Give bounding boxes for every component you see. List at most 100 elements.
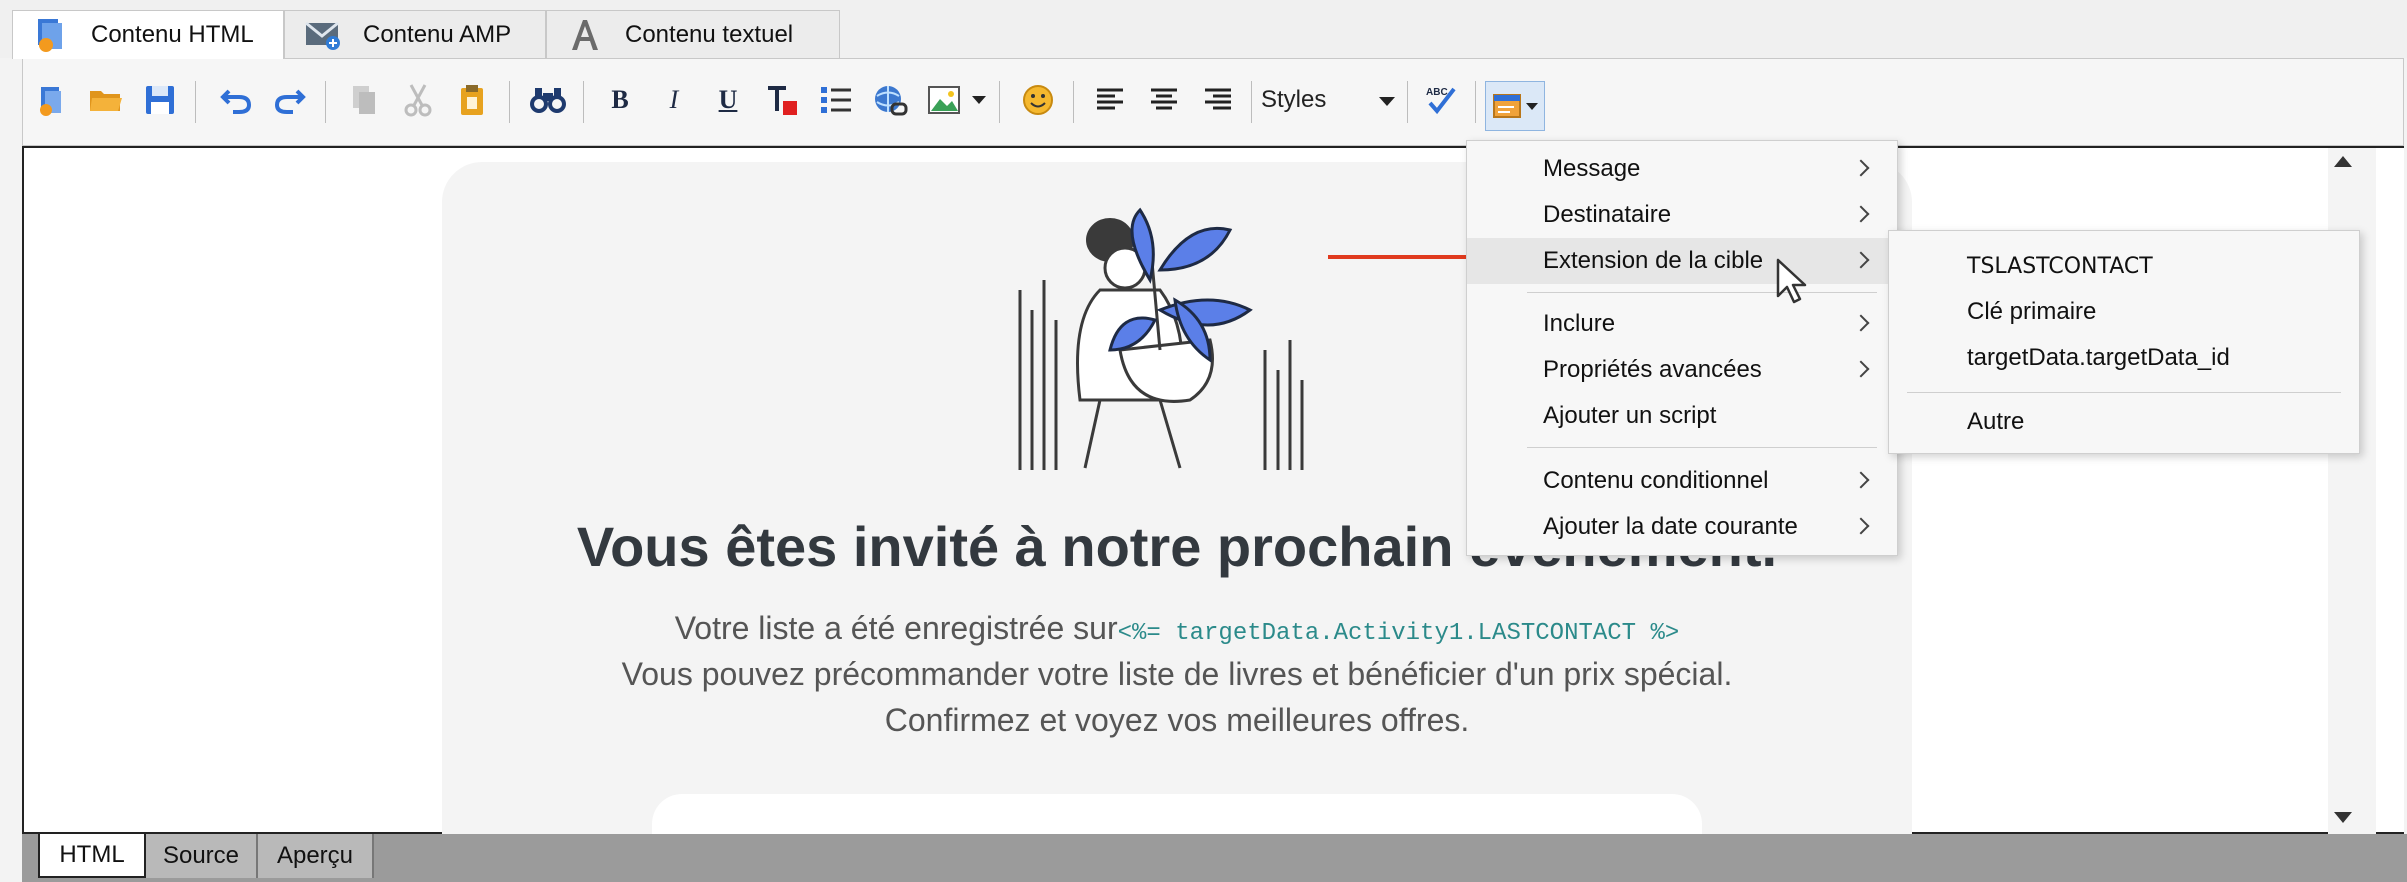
find-button[interactable] xyxy=(527,75,569,125)
list-icon xyxy=(821,87,851,113)
tab-label: Contenu textuel xyxy=(625,20,794,48)
text-color-button[interactable] xyxy=(761,75,803,125)
tab-text-content[interactable]: Contenu textuel xyxy=(546,10,840,58)
menu-item-destinataire[interactable]: Destinataire xyxy=(1467,192,1897,238)
mouse-cursor-icon xyxy=(1776,258,1807,304)
italic-button[interactable]: I xyxy=(653,75,695,125)
bold-button[interactable]: B xyxy=(599,75,641,125)
menu-item-label: Propriétés avancées xyxy=(1543,356,1762,383)
email-line-1: Votre liste a été enregistrée sur<%= tar… xyxy=(442,610,1912,647)
chevron-right-icon xyxy=(1852,159,1870,177)
chevron-down-icon xyxy=(1379,97,1395,106)
cut-icon xyxy=(404,84,432,117)
email-line-1-text: Votre liste a été enregistrée sur xyxy=(674,610,1118,646)
chevron-right-icon xyxy=(1852,205,1870,223)
link-button[interactable] xyxy=(869,75,911,125)
target-extension-submenu: TSLASTCONTACT Clé primaire targetData.ta… xyxy=(1888,230,2360,454)
menu-item-ajouter-un-script[interactable]: Ajouter un script xyxy=(1467,393,1897,439)
undo-icon xyxy=(220,89,252,114)
cut-button[interactable] xyxy=(397,75,439,125)
chevron-right-icon xyxy=(1852,314,1870,332)
menu-item-label: Extension de la cible xyxy=(1543,247,1764,274)
chevron-right-icon xyxy=(1852,471,1870,489)
amp-email-icon xyxy=(303,15,343,55)
editor-toolbar: B I U Styles ABC xyxy=(22,58,2404,146)
list-button[interactable] xyxy=(815,75,857,125)
paste-button[interactable] xyxy=(451,75,493,125)
view-tab-apercu[interactable]: Aperçu xyxy=(258,834,374,878)
copy-button[interactable] xyxy=(343,75,385,125)
insert-personalization-menu: Message Destinataire Extension de la cib… xyxy=(1466,140,1898,556)
new-button[interactable] xyxy=(31,75,73,125)
chevron-right-icon xyxy=(1852,360,1870,378)
copy-icon xyxy=(353,86,375,114)
personalization-field-code: <%= targetData.Activity1.LASTCONTACT %> xyxy=(1117,620,1680,647)
submenu-item-targetdata-id[interactable]: targetData.targetData_id xyxy=(1889,335,2359,381)
align-right-icon xyxy=(1205,88,1231,110)
text-content-icon xyxy=(565,15,605,55)
find-icon xyxy=(530,88,566,113)
image-dropdown[interactable] xyxy=(967,75,991,125)
tab-amp-content[interactable]: Contenu AMP xyxy=(284,10,546,58)
open-button[interactable] xyxy=(85,75,127,125)
chevron-right-icon xyxy=(1852,517,1870,535)
menu-item-label: Destinataire xyxy=(1543,201,1672,228)
paste-icon xyxy=(461,85,483,115)
woman-with-plant-illustration xyxy=(1018,207,1304,470)
editor-view-tabs: HTML Source Aperçu xyxy=(22,834,2407,882)
view-tab-source[interactable]: Source xyxy=(146,834,258,878)
menu-item-inclure[interactable]: Inclure xyxy=(1467,301,1897,347)
align-left-icon xyxy=(1097,88,1123,110)
text-color-icon xyxy=(768,86,797,115)
emoticon-button[interactable] xyxy=(1017,75,1059,125)
redo-icon xyxy=(274,89,306,114)
menu-item-contenu-conditionnel[interactable]: Contenu conditionnel xyxy=(1467,458,1897,504)
html-content-icon xyxy=(31,15,71,55)
submenu-item-autre[interactable]: Autre xyxy=(1889,399,2359,445)
personalization-button[interactable] xyxy=(1485,81,1545,131)
link-icon xyxy=(875,86,908,116)
spellcheck-button[interactable]: ABC xyxy=(1419,75,1461,125)
save-button[interactable] xyxy=(139,75,181,125)
svg-text:ABC: ABC xyxy=(1426,87,1448,98)
save-icon xyxy=(146,86,174,114)
styles-label: Styles xyxy=(1261,86,1327,113)
align-center-icon xyxy=(1151,88,1177,110)
align-right-button[interactable] xyxy=(1197,75,1239,125)
email-line-2: Vous pouvez précommander votre liste de … xyxy=(621,656,1733,692)
menu-item-label: Ajouter un script xyxy=(1543,402,1717,429)
emoticon-icon xyxy=(1023,85,1053,115)
spellcheck-icon: ABC xyxy=(1426,87,1456,115)
styles-dropdown[interactable]: Styles xyxy=(1261,75,1401,125)
image-icon xyxy=(928,86,960,114)
redo-button[interactable] xyxy=(269,75,311,125)
menu-item-message[interactable]: Message xyxy=(1467,146,1897,192)
tab-label: Contenu HTML xyxy=(91,21,254,48)
menu-item-ajouter-la-date-courante[interactable]: Ajouter la date courante xyxy=(1467,504,1897,550)
content-tabs: Contenu HTML Contenu AMP Contenu textuel xyxy=(0,0,2407,59)
new-icon xyxy=(40,87,61,116)
menu-item-label: Ajouter la date courante xyxy=(1543,513,1798,540)
view-tab-html[interactable]: HTML xyxy=(38,834,146,878)
menu-item-label: Inclure xyxy=(1543,310,1616,337)
open-folder-icon xyxy=(90,91,122,111)
submenu-item-cle-primaire[interactable]: Clé primaire xyxy=(1889,289,2359,335)
chevron-right-icon xyxy=(1852,251,1870,269)
email-line-3: Confirmez et voyez vos meilleures offres… xyxy=(884,702,1470,738)
menu-item-label: Contenu conditionnel xyxy=(1543,467,1769,494)
image-button[interactable] xyxy=(923,75,965,125)
menu-item-proprietes-avancees[interactable]: Propriétés avancées xyxy=(1467,347,1897,393)
tab-html-content[interactable]: Contenu HTML xyxy=(12,10,284,59)
scroll-up-icon[interactable] xyxy=(2334,156,2352,167)
align-left-button[interactable] xyxy=(1089,75,1131,125)
chevron-down-icon xyxy=(972,96,986,104)
submenu-item-tslastcontact[interactable]: TSLASTCONTACT xyxy=(1889,243,2359,289)
menu-item-extension-de-la-cible[interactable]: Extension de la cible xyxy=(1467,238,1897,284)
personalization-icon xyxy=(1493,94,1521,118)
menu-item-label: Message xyxy=(1543,155,1641,182)
align-center-button[interactable] xyxy=(1143,75,1185,125)
scroll-down-icon[interactable] xyxy=(2334,812,2352,823)
underline-button[interactable]: U xyxy=(707,75,749,125)
undo-button[interactable] xyxy=(215,75,257,125)
tab-label: Contenu AMP xyxy=(363,20,512,48)
